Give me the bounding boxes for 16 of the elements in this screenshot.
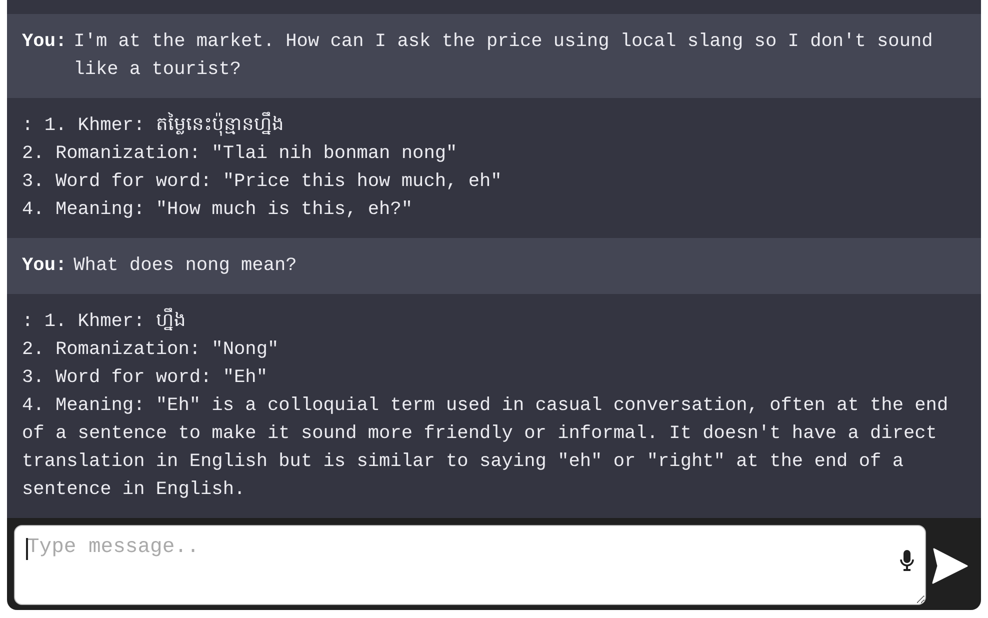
message-text: I'm at the market. How can I ask the price using local slang so I don't sound like a tourist? [74, 30, 934, 82]
sender-label: You: [22, 30, 67, 54]
microphone-icon[interactable] [900, 550, 914, 571]
sender-label: You: [22, 254, 67, 278]
message-line: : 1. Khmer: ហ្នឹង [22, 308, 966, 336]
text-cursor [26, 538, 28, 560]
message-line: 2. Romanization: "Nong" [22, 338, 280, 362]
message-line: : 1. Khmer: តម្លៃនេះប៉ុន្មានហ្នឹង [22, 112, 966, 140]
message-line: 3. Word for word: "Price this how much, eh" [22, 170, 503, 194]
message-line: 4. Meaning: "How much is this, eh?" [22, 198, 414, 222]
message-line: 3. Word for word: "Eh" [22, 366, 268, 390]
message-input[interactable]: Type message.. [14, 525, 926, 605]
message-text: What does nong mean? [74, 254, 297, 278]
message-line: 2. Romanization: "Tlai nih bonman nong" [22, 142, 458, 166]
message-line: 4. Meaning: "Eh" is a colloquial term used in casual conversation, often at the end of a sentence to make it sound more friendly or informal. It doesn't have a direct translation in English but is similar to saying "eh" or "right" at the end of a sentence in English. [22, 394, 950, 502]
send-icon[interactable] [932, 548, 968, 584]
